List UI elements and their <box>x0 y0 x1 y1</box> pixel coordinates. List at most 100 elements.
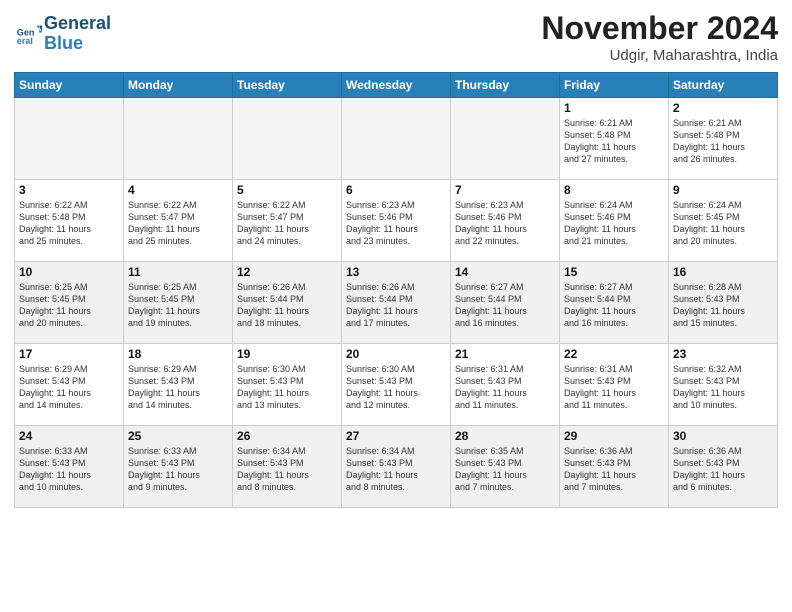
cell-info: Sunrise: 6:34 AM Sunset: 5:43 PM Dayligh… <box>237 445 337 494</box>
calendar-cell: 1 Sunrise: 6:21 AM Sunset: 5:48 PM Daylig… <box>560 98 669 180</box>
cell-info: Sunrise: 6:26 AM Sunset: 5:44 PM Dayligh… <box>346 281 446 330</box>
day-number: 23 <box>673 347 773 361</box>
day-number: 4 <box>128 183 228 197</box>
cell-info: Sunrise: 6:23 AM Sunset: 5:46 PM Dayligh… <box>346 199 446 248</box>
calendar-cell <box>233 98 342 180</box>
day-number: 26 <box>237 429 337 443</box>
day-number: 15 <box>564 265 664 279</box>
calendar-cell: 10Sunrise: 6:25 AM Sunset: 5:45 PM Dayli… <box>15 262 124 344</box>
weekday-header-row: SundayMondayTuesdayWednesdayThursdayFrid… <box>15 73 778 98</box>
calendar-cell: 3Sunrise: 6:22 AM Sunset: 5:48 PM Daylig… <box>15 180 124 262</box>
calendar-cell: 24 Sunrise: 6:33 AM Sunset: 5:43 PM Dayli… <box>15 426 124 508</box>
calendar-cell: 20 Sunrise: 6:30 AM Sunset: 5:43 PM Dayli… <box>342 344 451 426</box>
cell-info: Sunrise: 6:26 AM Sunset: 5:44 PM Dayligh… <box>237 281 337 330</box>
calendar-cell: 23 Sunrise: 6:32 AM Sunset: 5:43 PM Dayli… <box>669 344 778 426</box>
calendar-cell: 7 Sunrise: 6:23 AM Sunset: 5:46 PM Daylig… <box>451 180 560 262</box>
cell-info: Sunrise: 6:24 AM Sunset: 5:45 PM Dayligh… <box>673 199 773 248</box>
cell-info: Sunrise: 6:29 AM Sunset: 5:43 PM Dayligh… <box>128 363 228 412</box>
day-number: 30 <box>673 429 773 443</box>
cell-info: Sunrise: 6:33 AM Sunset: 5:43 PM Dayligh… <box>19 445 119 494</box>
cell-info: Sunrise: 6:33 AM Sunset: 5:43 PM Dayligh… <box>128 445 228 494</box>
day-number: 13 <box>346 265 446 279</box>
day-number: 27 <box>346 429 446 443</box>
cell-info: Sunrise: 6:32 AM Sunset: 5:43 PM Dayligh… <box>673 363 773 412</box>
day-number: 21 <box>455 347 555 361</box>
cell-info: Sunrise: 6:21 AM Sunset: 5:48 PM Dayligh… <box>564 117 664 166</box>
calendar-cell: 19Sunrise: 6:30 AM Sunset: 5:43 PM Dayli… <box>233 344 342 426</box>
calendar-cell: 8 Sunrise: 6:24 AM Sunset: 5:46 PM Daylig… <box>560 180 669 262</box>
weekday-header-tuesday: Tuesday <box>233 73 342 98</box>
calendar-cell: 21 Sunrise: 6:31 AM Sunset: 5:43 PM Dayli… <box>451 344 560 426</box>
day-number: 5 <box>237 183 337 197</box>
calendar-row-3: 17 Sunrise: 6:29 AM Sunset: 5:43 PM Dayli… <box>15 344 778 426</box>
cell-info: Sunrise: 6:30 AM Sunset: 5:43 PM Dayligh… <box>237 363 337 412</box>
cell-info: Sunrise: 6:31 AM Sunset: 5:43 PM Dayligh… <box>455 363 555 412</box>
day-number: 20 <box>346 347 446 361</box>
day-number: 24 <box>19 429 119 443</box>
calendar-row-4: 24 Sunrise: 6:33 AM Sunset: 5:43 PM Dayli… <box>15 426 778 508</box>
day-number: 2 <box>673 101 773 115</box>
calendar-cell: 25Sunrise: 6:33 AM Sunset: 5:43 PM Dayli… <box>124 426 233 508</box>
weekday-header-sunday: Sunday <box>15 73 124 98</box>
calendar-cell <box>342 98 451 180</box>
calendar-cell: 14 Sunrise: 6:27 AM Sunset: 5:44 PM Dayli… <box>451 262 560 344</box>
calendar-cell: 26 Sunrise: 6:34 AM Sunset: 5:43 PM Dayli… <box>233 426 342 508</box>
calendar-row-0: 1 Sunrise: 6:21 AM Sunset: 5:48 PM Daylig… <box>15 98 778 180</box>
day-number: 9 <box>673 183 773 197</box>
cell-info: Sunrise: 6:25 AM Sunset: 5:45 PM Dayligh… <box>128 281 228 330</box>
cell-info: Sunrise: 6:35 AM Sunset: 5:43 PM Dayligh… <box>455 445 555 494</box>
cell-info: Sunrise: 6:31 AM Sunset: 5:43 PM Dayligh… <box>564 363 664 412</box>
cell-info: Sunrise: 6:25 AM Sunset: 5:45 PM Dayligh… <box>19 281 119 330</box>
calendar-cell <box>451 98 560 180</box>
calendar-row-1: 3Sunrise: 6:22 AM Sunset: 5:48 PM Daylig… <box>15 180 778 262</box>
day-number: 29 <box>564 429 664 443</box>
cell-info: Sunrise: 6:23 AM Sunset: 5:46 PM Dayligh… <box>455 199 555 248</box>
day-number: 8 <box>564 183 664 197</box>
calendar-cell: 5 Sunrise: 6:22 AM Sunset: 5:47 PM Daylig… <box>233 180 342 262</box>
calendar-cell: 6 Sunrise: 6:23 AM Sunset: 5:46 PM Daylig… <box>342 180 451 262</box>
day-number: 11 <box>128 265 228 279</box>
day-number: 22 <box>564 347 664 361</box>
cell-info: Sunrise: 6:36 AM Sunset: 5:43 PM Dayligh… <box>564 445 664 494</box>
day-number: 18 <box>128 347 228 361</box>
day-number: 6 <box>346 183 446 197</box>
cell-info: Sunrise: 6:22 AM Sunset: 5:48 PM Dayligh… <box>19 199 119 248</box>
day-number: 17 <box>19 347 119 361</box>
page-container: Gen eral General Blue November 2024 Udgi… <box>0 0 792 612</box>
calendar-cell: 9 Sunrise: 6:24 AM Sunset: 5:45 PM Daylig… <box>669 180 778 262</box>
cell-info: Sunrise: 6:22 AM Sunset: 5:47 PM Dayligh… <box>128 199 228 248</box>
logo-text: General Blue <box>44 14 111 54</box>
day-number: 16 <box>673 265 773 279</box>
weekday-header-friday: Friday <box>560 73 669 98</box>
day-number: 7 <box>455 183 555 197</box>
calendar-cell: 28 Sunrise: 6:35 AM Sunset: 5:43 PM Dayli… <box>451 426 560 508</box>
day-number: 14 <box>455 265 555 279</box>
month-title: November 2024 <box>541 10 778 47</box>
calendar-table: SundayMondayTuesdayWednesdayThursdayFrid… <box>14 72 778 508</box>
calendar-cell: 4 Sunrise: 6:22 AM Sunset: 5:47 PM Daylig… <box>124 180 233 262</box>
logo: Gen eral General Blue <box>14 14 111 54</box>
cell-info: Sunrise: 6:22 AM Sunset: 5:47 PM Dayligh… <box>237 199 337 248</box>
day-number: 28 <box>455 429 555 443</box>
calendar-cell <box>15 98 124 180</box>
cell-info: Sunrise: 6:30 AM Sunset: 5:43 PM Dayligh… <box>346 363 446 412</box>
calendar-cell: 18 Sunrise: 6:29 AM Sunset: 5:43 PM Dayli… <box>124 344 233 426</box>
location: Udgir, Maharashtra, India <box>541 47 778 64</box>
calendar-cell <box>124 98 233 180</box>
calendar-cell: 13 Sunrise: 6:26 AM Sunset: 5:44 PM Dayli… <box>342 262 451 344</box>
title-block: November 2024 Udgir, Maharashtra, India <box>541 10 778 64</box>
weekday-header-monday: Monday <box>124 73 233 98</box>
day-number: 1 <box>564 101 664 115</box>
calendar-cell: 11 Sunrise: 6:25 AM Sunset: 5:45 PM Dayli… <box>124 262 233 344</box>
cell-info: Sunrise: 6:34 AM Sunset: 5:43 PM Dayligh… <box>346 445 446 494</box>
cell-info: Sunrise: 6:36 AM Sunset: 5:43 PM Dayligh… <box>673 445 773 494</box>
cell-info: Sunrise: 6:28 AM Sunset: 5:43 PM Dayligh… <box>673 281 773 330</box>
calendar-cell: 22 Sunrise: 6:31 AM Sunset: 5:43 PM Dayli… <box>560 344 669 426</box>
calendar-cell: 29 Sunrise: 6:36 AM Sunset: 5:43 PM Dayli… <box>560 426 669 508</box>
weekday-header-wednesday: Wednesday <box>342 73 451 98</box>
cell-info: Sunrise: 6:24 AM Sunset: 5:46 PM Dayligh… <box>564 199 664 248</box>
calendar-cell: 12Sunrise: 6:26 AM Sunset: 5:44 PM Dayli… <box>233 262 342 344</box>
cell-info: Sunrise: 6:27 AM Sunset: 5:44 PM Dayligh… <box>564 281 664 330</box>
calendar-cell: 2Sunrise: 6:21 AM Sunset: 5:48 PM Daylig… <box>669 98 778 180</box>
cell-info: Sunrise: 6:27 AM Sunset: 5:44 PM Dayligh… <box>455 281 555 330</box>
